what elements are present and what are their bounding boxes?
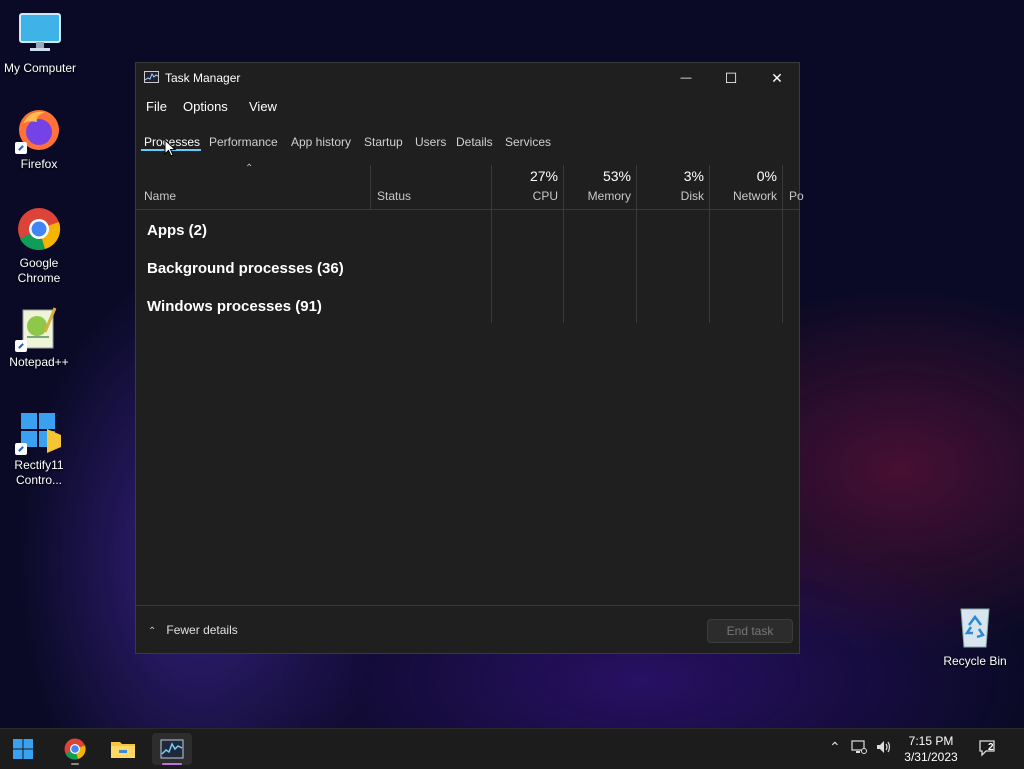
- notification-count: 2: [988, 742, 994, 753]
- menu-file[interactable]: File: [146, 99, 167, 114]
- window-title: Task Manager: [165, 71, 241, 85]
- column-separator[interactable]: [491, 165, 492, 323]
- active-indicator: [162, 763, 182, 765]
- disk-percent: 3%: [683, 168, 704, 184]
- monitor-icon: [16, 10, 64, 58]
- maximize-icon: ☐: [724, 69, 738, 86]
- start-button[interactable]: [3, 733, 43, 765]
- desktop-icon-rectify11[interactable]: Rectify11 Contro...: [0, 407, 79, 488]
- column-separator[interactable]: [782, 165, 783, 323]
- desktop-icon-my-computer[interactable]: My Computer: [0, 10, 80, 76]
- desktop-icon-label: Firefox: [20, 157, 58, 171]
- chrome-icon: [15, 205, 63, 253]
- tab-strip: Processes Performance App history Startu…: [136, 133, 799, 155]
- group-background-processes[interactable]: Background processes (36): [147, 260, 344, 277]
- column-separator[interactable]: [563, 165, 564, 323]
- mouse-cursor-icon: [164, 138, 177, 162]
- running-indicator: [71, 763, 79, 765]
- desktop-icon-firefox[interactable]: Firefox: [0, 106, 79, 172]
- cpu-percent: 27%: [529, 168, 558, 184]
- desktop-icon-label: Rectify11 Contro...: [14, 458, 64, 487]
- taskbar-task-manager-button[interactable]: [152, 733, 192, 765]
- tab-app-history[interactable]: App history: [291, 135, 351, 149]
- tab-services[interactable]: Services: [505, 135, 551, 149]
- desktop-icon-chrome[interactable]: Google Chrome: [0, 205, 79, 286]
- tab-performance[interactable]: Performance: [209, 135, 278, 149]
- column-status[interactable]: Status: [377, 189, 411, 203]
- desktop-icon-label: Google Chrome: [17, 256, 61, 285]
- close-button[interactable]: ✕: [754, 63, 800, 93]
- speaker-icon: [877, 741, 891, 753]
- minimize-button[interactable]: —: [663, 63, 709, 93]
- group-windows-processes[interactable]: Windows processes (91): [147, 298, 322, 315]
- network-icon: [851, 740, 867, 754]
- recycle-bin-icon: [951, 603, 999, 651]
- notifications-button[interactable]: 2: [978, 739, 1000, 757]
- desktop-icon-recycle-bin[interactable]: Recycle Bin: [935, 603, 1015, 669]
- notepadpp-icon: [15, 304, 63, 352]
- title-bar[interactable]: Task Manager — ☐ ✕: [136, 63, 799, 93]
- minimize-icon: —: [680, 72, 692, 84]
- taskbar-file-explorer-button[interactable]: [103, 733, 143, 765]
- group-apps[interactable]: Apps (2): [147, 222, 207, 239]
- memory-percent: 53%: [602, 168, 631, 184]
- footer-bar: ⌃ Fewer details End task: [136, 605, 799, 656]
- start-icon: [13, 739, 33, 759]
- file-explorer-icon: [111, 742, 135, 758]
- close-icon: ✕: [771, 69, 783, 86]
- menu-view[interactable]: View: [249, 99, 277, 114]
- sort-ascending-icon: ⌃: [245, 163, 254, 174]
- taskbar: ⌃ 7:15 PM 3/31/2023 2: [0, 728, 1024, 769]
- tab-details[interactable]: Details: [456, 135, 493, 149]
- column-network[interactable]: Network: [713, 189, 777, 203]
- clock-time: 7:15 PM: [908, 734, 954, 748]
- shortcut-arrow-icon: [15, 142, 27, 154]
- clock-date: 3/31/2023: [904, 750, 958, 764]
- show-hidden-icons-button[interactable]: ⌃: [829, 739, 841, 756]
- chrome-icon: [64, 738, 86, 760]
- chevron-up-icon: ⌃: [829, 739, 841, 755]
- task-manager-icon: [160, 739, 184, 759]
- network-percent: 0%: [756, 168, 777, 184]
- fewer-details-button[interactable]: ⌃ Fewer details: [148, 623, 238, 637]
- tab-startup[interactable]: Startup: [364, 135, 403, 149]
- desktop-icon-label: My Computer: [3, 61, 77, 75]
- shortcut-arrow-icon: [15, 340, 27, 352]
- clock[interactable]: 7:15 PM 3/31/2023: [896, 733, 966, 765]
- end-task-button[interactable]: End task: [707, 619, 793, 643]
- desktop-icon-label: Notepad++: [9, 355, 69, 369]
- maximize-button[interactable]: ☐: [708, 63, 754, 93]
- task-manager-window: Task Manager — ☐ ✕ File Options View Pro…: [135, 62, 804, 656]
- column-memory[interactable]: Memory: [567, 189, 631, 203]
- rectify11-icon: [15, 407, 63, 455]
- taskbar-chrome-button[interactable]: [55, 733, 95, 765]
- column-separator[interactable]: [709, 165, 710, 323]
- volume-button[interactable]: [875, 739, 893, 758]
- fewer-details-label: Fewer details: [166, 623, 238, 637]
- network-button[interactable]: [851, 739, 867, 758]
- desktop-icon-notepadpp[interactable]: Notepad++: [0, 304, 79, 370]
- task-manager-app-icon: [144, 71, 159, 83]
- desktop-icon-label: Recycle Bin: [943, 654, 1007, 668]
- column-separator[interactable]: [636, 165, 637, 323]
- column-name[interactable]: Name: [144, 189, 176, 203]
- column-cpu[interactable]: CPU: [494, 189, 558, 203]
- shortcut-arrow-icon: [15, 443, 27, 455]
- column-power[interactable]: Po: [789, 189, 804, 203]
- column-separator[interactable]: [370, 165, 371, 209]
- chevron-up-icon: ⌃: [148, 626, 157, 637]
- column-disk[interactable]: Disk: [640, 189, 704, 203]
- tab-users[interactable]: Users: [415, 135, 446, 149]
- firefox-icon: [15, 106, 63, 154]
- menu-options[interactable]: Options: [183, 99, 228, 114]
